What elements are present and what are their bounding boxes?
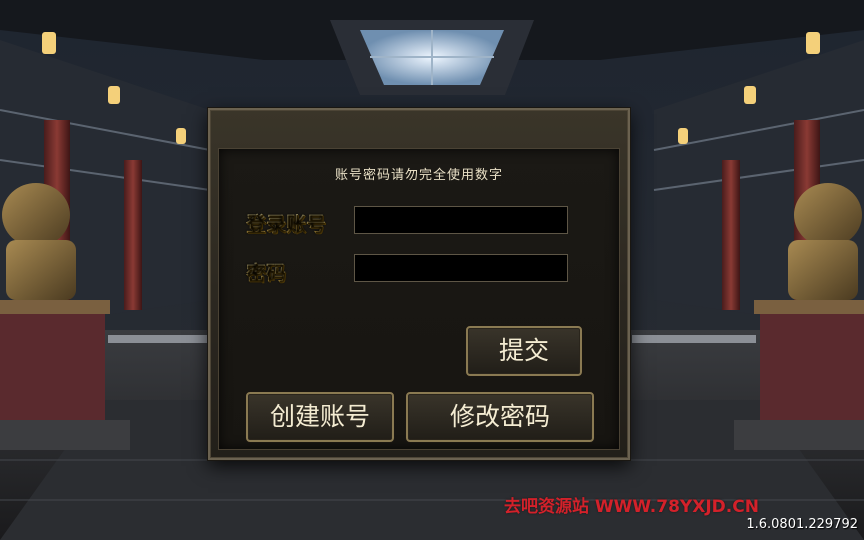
- create-account-button[interactable]: 创建账号: [246, 392, 394, 442]
- account-label: 登录账号: [246, 208, 326, 237]
- site-watermark: 去吧资源站 WWW.78YXJD.CN: [504, 497, 759, 517]
- change-password-button-label: 修改密码: [449, 402, 550, 431]
- version-number: 1.6.0801.229792: [746, 517, 858, 532]
- password-input[interactable]: [354, 254, 568, 282]
- account-input[interactable]: [354, 206, 568, 234]
- create-account-button-label: 创建账号: [269, 402, 370, 431]
- submit-button[interactable]: 提交: [466, 326, 582, 376]
- login-dialog: 账号密码请勿完全使用数字 登录账号 密码 提交 创建账号 修改密码: [208, 108, 630, 460]
- submit-button-label: 提交: [498, 336, 549, 365]
- password-label: 密码: [246, 257, 286, 286]
- password-notice-text: 账号密码请勿完全使用数字: [334, 168, 503, 183]
- change-password-button[interactable]: 修改密码: [406, 392, 594, 442]
